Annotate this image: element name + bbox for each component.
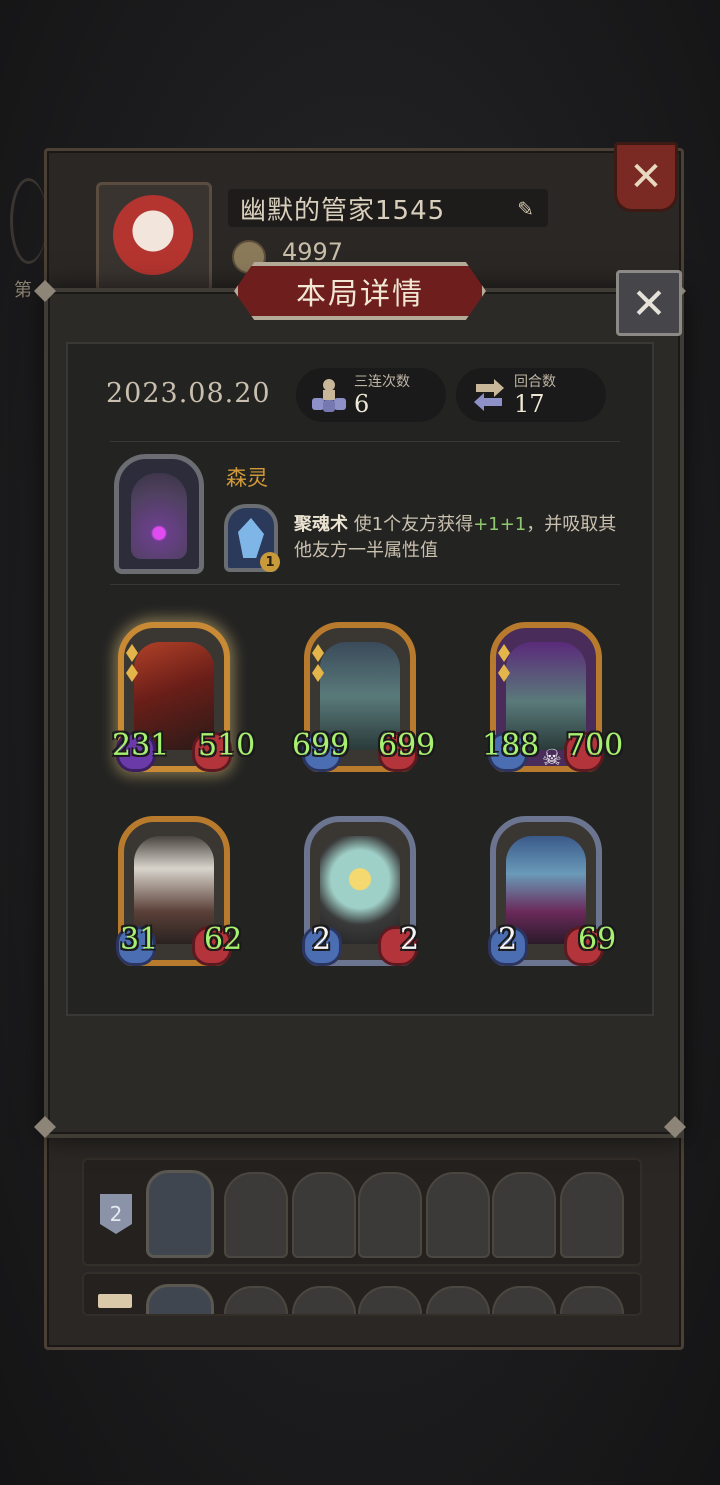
unit-portrait	[426, 1286, 490, 1314]
dialog-title-banner: 本局详情	[234, 262, 486, 320]
close-icon: ✕	[629, 154, 663, 200]
unit-portrait	[492, 1286, 556, 1314]
unit-card-assassin[interactable]: 231 510	[112, 622, 255, 772]
unit-portrait	[560, 1286, 624, 1314]
skill-bonus: +1+1	[473, 514, 527, 535]
attack-value: 188	[482, 728, 540, 763]
unit-portrait	[560, 1172, 624, 1258]
unit-card-knight[interactable]: 699 699	[292, 622, 435, 772]
unit-card-rat[interactable]: 31 62	[116, 816, 242, 966]
side-menu-label: 第	[14, 280, 32, 301]
skill-name: 聚魂术	[294, 514, 348, 535]
coin-count: 4997	[282, 238, 344, 266]
hero-name: 森灵	[226, 466, 268, 490]
unit-portrait	[492, 1172, 556, 1258]
health-value: 699	[378, 728, 436, 763]
triples-value: 6	[354, 390, 370, 418]
attack-value: 2	[312, 922, 332, 957]
player-name: 幽默的管家1545	[240, 195, 446, 226]
unit-portrait	[224, 1172, 288, 1258]
skill-level-badge: 1	[260, 552, 280, 572]
rounds-value: 17	[514, 390, 545, 418]
crystal-icon	[238, 518, 264, 558]
health-value: 510	[198, 728, 256, 763]
side-menu-ring	[10, 178, 47, 264]
unit-portrait	[358, 1286, 422, 1314]
hero-portrait[interactable]	[114, 454, 204, 574]
match-history-row[interactable]: 2	[82, 1158, 642, 1266]
unit-portrait	[426, 1172, 490, 1258]
unit-portrait	[292, 1172, 356, 1258]
close-icon: ✕	[631, 278, 667, 328]
attack-value: 2	[498, 922, 518, 957]
rank-badge: 2	[100, 1194, 132, 1234]
unit-portrait	[292, 1286, 356, 1314]
hero-portrait	[146, 1284, 214, 1314]
rank-number: 2	[109, 1202, 123, 1226]
triples-label: 三连次数	[354, 374, 410, 390]
rank-badge	[98, 1294, 132, 1308]
divider	[110, 584, 620, 585]
rounds-stat: 回合数 17	[456, 368, 606, 422]
rounds-label: 回合数	[514, 374, 556, 390]
health-value: 62	[204, 922, 243, 957]
player-avatar-frame[interactable]	[96, 182, 212, 292]
unit-portrait	[224, 1286, 288, 1314]
dialog-title: 本局详情	[296, 277, 424, 312]
attack-value: 699	[292, 728, 350, 763]
match-date: 2023.08.20	[106, 378, 271, 409]
triple-merge-icon	[312, 379, 346, 412]
edit-pencil-icon[interactable]: ✎	[517, 197, 534, 221]
health-value: 700	[566, 728, 624, 763]
unit-portrait	[358, 1172, 422, 1258]
player-name-field[interactable]: 幽默的管家1545 ✎	[228, 189, 548, 227]
attack-value: 31	[120, 922, 159, 957]
profile-close-button[interactable]: ✕	[614, 142, 678, 212]
attack-value: 231	[112, 728, 170, 763]
health-value: 2	[400, 922, 420, 957]
unit-card-fairy[interactable]: 2 2	[302, 816, 420, 966]
triples-stat: 三连次数 6	[296, 368, 446, 422]
match-history-row[interactable]	[82, 1272, 642, 1316]
skill-description: 聚魂术 使1个友方获得+1+1，并吸取其他友方一半属性值	[294, 512, 634, 564]
avatar	[113, 195, 193, 275]
divider	[110, 441, 620, 442]
skull-icon: ☠	[542, 746, 562, 771]
unit-card-elf[interactable]: 2 69	[488, 816, 616, 966]
dialog-close-button[interactable]: ✕	[616, 270, 682, 336]
hero-portrait	[146, 1170, 214, 1258]
health-value: 69	[578, 922, 617, 957]
unit-card-knight-purple[interactable]: ☠ 188 700	[482, 622, 623, 772]
hero-skill-icon[interactable]: 1	[224, 504, 280, 572]
hero-art	[131, 473, 187, 559]
rounds-cycle-icon	[474, 379, 504, 411]
skill-text-a: 使1个友方获得	[348, 514, 474, 535]
